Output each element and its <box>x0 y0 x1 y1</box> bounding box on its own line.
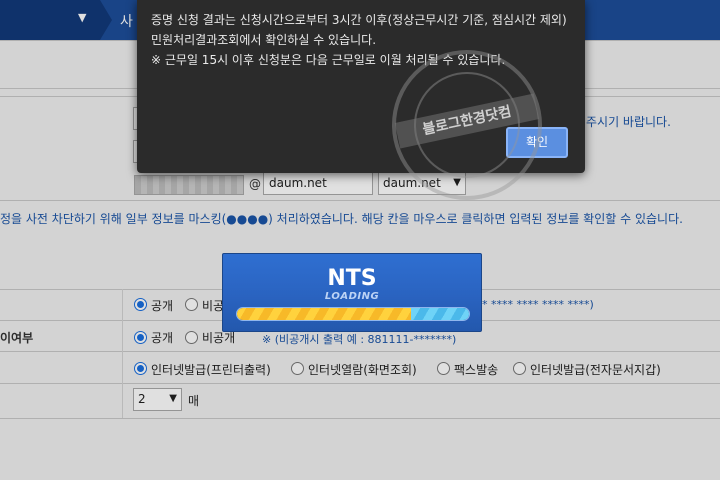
alert-message-line1: 증명 신청 결과는 신청시간으로부터 3시간 이후(정상근무시간 기준, 점심시… <box>151 13 567 47</box>
loading-subtitle: LOADING <box>324 291 380 302</box>
loading-progress-remainder <box>411 308 469 320</box>
loading-progress-fill <box>237 308 411 320</box>
watermark-stamp: 블로그한경닷컴 <box>392 50 542 200</box>
alert-message: 증명 신청 결과는 신청시간으로부터 3시간 이후(정상근무시간 기준, 점심시… <box>151 10 576 70</box>
loading-indicator: NTS LOADING <box>222 253 482 332</box>
loading-title: NTS <box>327 266 377 291</box>
loading-progress-track <box>236 307 470 321</box>
